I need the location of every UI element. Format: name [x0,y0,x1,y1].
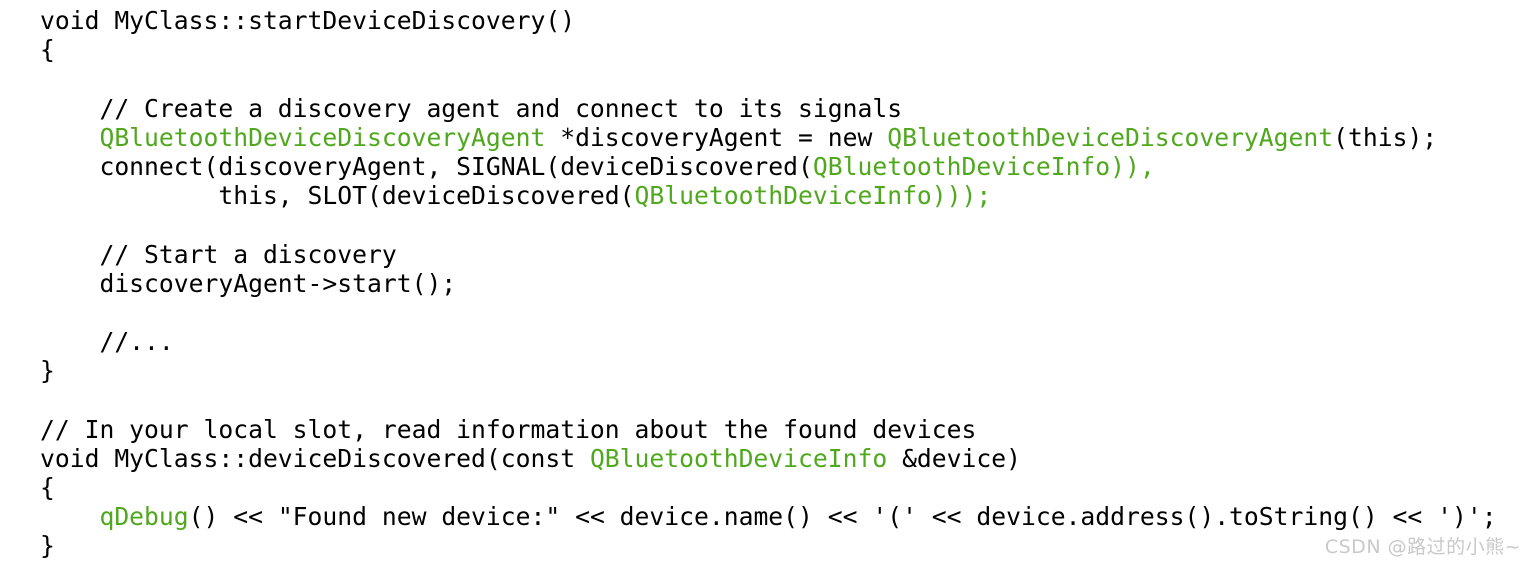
code-line: qDebug() << "Found new device:" << devic… [40,502,1539,531]
code-token-plain: connect(discoveryAgent, SIGNAL(deviceDis… [40,151,813,181]
code-token-func: qDebug [99,502,189,532]
code-token-plain: { [40,35,55,65]
code-token-type: QBluetoothDeviceInfo [812,151,1111,181]
code-line: this, SLOT(deviceDiscovered(QBluetoothDe… [40,181,1539,210]
code-token-plain: { [40,473,55,502]
code-token-plain: &device) [887,443,1021,473]
code-token-plain: //... [40,327,174,357]
code-line: // Start a discovery [40,240,1539,269]
code-token-type: QBluetoothDeviceDiscoveryAgent [99,122,546,152]
code-token-plain: (this); [1333,122,1438,152]
code-token-plain: () << "Found new device:" << device.name… [188,502,1497,532]
code-line: void MyClass::deviceDiscovered(const QBl… [40,444,1539,473]
code-token-plain: // In your local slot, read information … [40,414,977,444]
code-token-plain: } [40,531,55,561]
code-line: void MyClass::startDeviceDiscovery() [40,6,1539,35]
code-line: discoveryAgent->start(); [40,269,1539,298]
code-line: //... [40,327,1539,356]
code-token-plain: this, SLOT(deviceDiscovered( [40,181,635,211]
code-token-plain: *discoveryAgent = new [545,122,888,152]
code-token-plain: // Start a discovery [40,239,397,269]
code-token-type: QBluetoothDeviceInfo [589,443,888,473]
code-token-plain: void MyClass::deviceDiscovered(const [40,443,590,473]
code-token-plain: discoveryAgent->start(); [40,268,457,298]
code-line: } [40,531,1539,560]
code-lines: void MyClass::startDeviceDiscovery() { /… [40,6,1539,561]
code-token-type: ))); [931,181,992,211]
code-token-type: QBluetoothDeviceInfo [634,181,932,211]
watermark-label: CSDN @路过的小熊~ [1324,536,1521,558]
code-line: { [40,35,1539,64]
code-token-type: )), [1110,151,1155,181]
code-line: { [40,473,1539,502]
code-line: // Create a discovery agent and connect … [40,94,1539,123]
code-token-plain: // Create a discovery agent and connect … [40,93,903,123]
code-line: } [40,356,1539,385]
code-line: // In your local slot, read information … [40,415,1539,444]
code-line: QBluetoothDeviceDiscoveryAgent *discover… [40,123,1539,152]
code-token-plain: } [40,356,55,386]
code-block[interactable]: void MyClass::startDeviceDiscovery() { /… [40,6,1539,561]
code-line: connect(discoveryAgent, SIGNAL(deviceDis… [40,152,1539,181]
code-snippet-container: void MyClass::startDeviceDiscovery() { /… [0,0,1539,567]
code-token-type: QBluetoothDeviceDiscoveryAgent [887,122,1334,152]
code-token-plain: void MyClass::startDeviceDiscovery() [40,6,576,35]
